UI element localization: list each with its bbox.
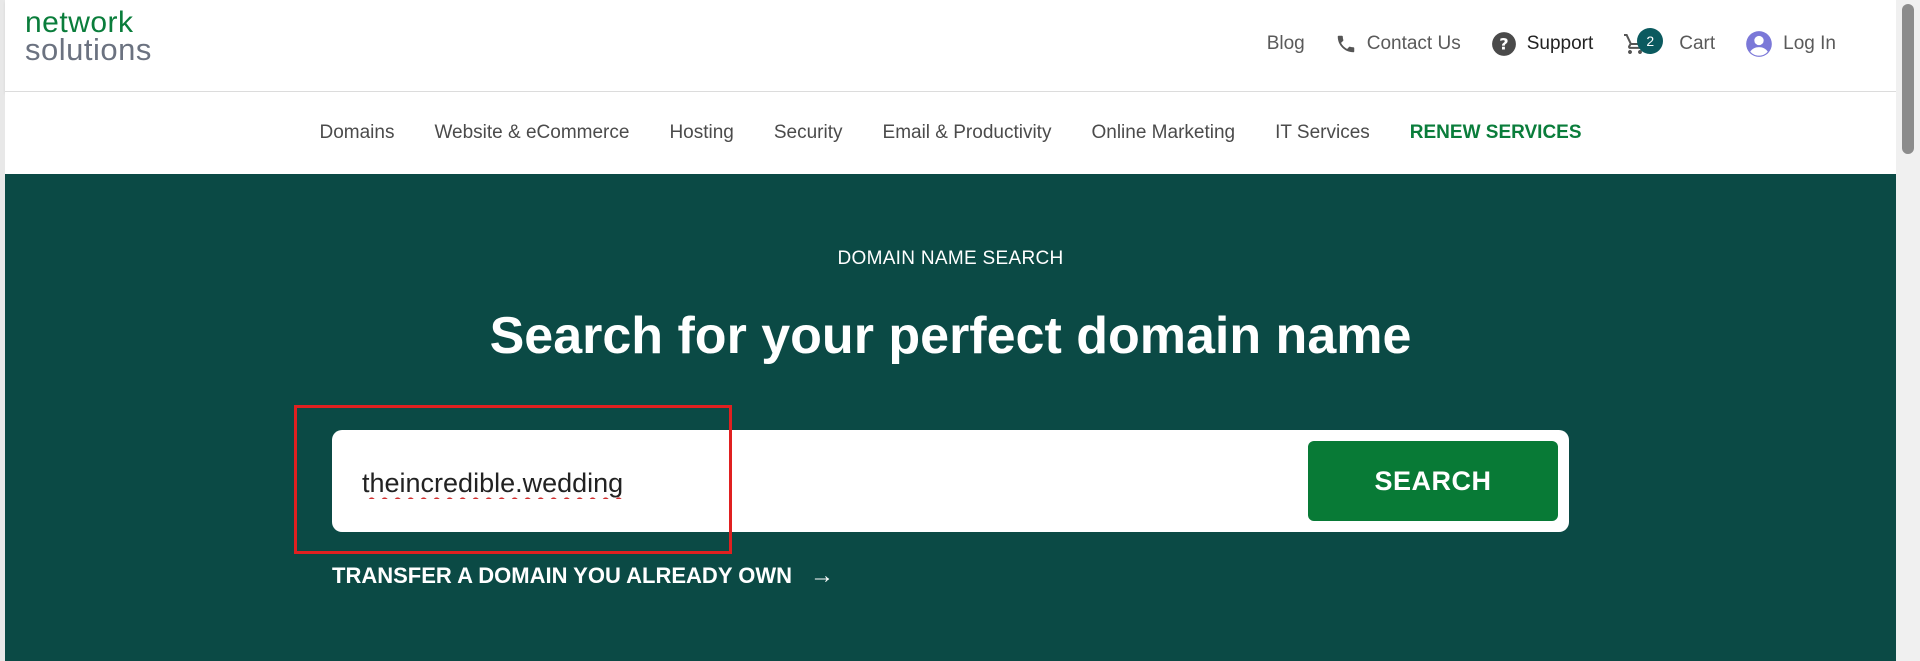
hero-section: DOMAIN NAME SEARCH Search for your perfe… [5, 174, 1896, 661]
hero-title: Search for your perfect domain name [489, 307, 1412, 365]
transfer-domain-label: TRANSFER A DOMAIN YOU ALREADY OWN [332, 563, 792, 588]
domain-search-input[interactable] [360, 454, 1264, 512]
log-in-link[interactable]: Log In [1745, 30, 1836, 58]
network-solutions-logo[interactable]: network solutions [25, 8, 152, 67]
nav-item-website-ecommerce[interactable]: Website & eCommerce [434, 122, 629, 144]
scrollbar-thumb[interactable] [1902, 4, 1914, 154]
contact-us-link[interactable]: Contact Us [1335, 33, 1461, 55]
phone-icon [1335, 33, 1357, 55]
nav-item-online-marketing[interactable]: Online Marketing [1091, 122, 1235, 144]
logo-line-2: solutions [25, 32, 152, 67]
cart-link[interactable]: 2 Cart [1623, 28, 1716, 56]
arrow-right-icon: → [809, 562, 834, 589]
top-links: Blog Contact Us ? Support 2 Cart Log In [1267, 24, 1836, 64]
cart-count-badge: 2 [1637, 28, 1664, 54]
main-nav: Domains Website & eCommerce Hosting Secu… [5, 92, 1896, 174]
domain-search-box: SEARCH [332, 430, 1569, 532]
blog-label: Blog [1266, 33, 1305, 54]
blog-link[interactable]: Blog [1267, 33, 1305, 55]
cart-label: Cart [1679, 33, 1716, 54]
user-circle-icon [1745, 30, 1773, 58]
nav-item-renew-services[interactable]: RENEW SERVICES [1410, 122, 1582, 144]
transfer-domain-link[interactable]: TRANSFER A DOMAIN YOU ALREADY OWN → [332, 562, 834, 590]
top-header: network solutions Blog Contact Us ? Supp… [5, 0, 1896, 92]
vertical-scrollbar[interactable] [1896, 0, 1920, 661]
search-button[interactable]: SEARCH [1308, 441, 1558, 521]
hero-eyebrow: DOMAIN NAME SEARCH [837, 248, 1064, 269]
nav-item-security[interactable]: Security [774, 122, 843, 144]
nav-item-domains[interactable]: Domains [319, 122, 394, 144]
nav-item-hosting[interactable]: Hosting [669, 122, 733, 144]
svg-text:?: ? [1499, 34, 1508, 53]
log-in-label: Log In [1783, 33, 1836, 54]
nav-item-email-productivity[interactable]: Email & Productivity [883, 122, 1052, 144]
page: network solutions Blog Contact Us ? Supp… [5, 0, 1896, 661]
support-label: Support [1526, 33, 1594, 54]
help-circle-icon: ? [1491, 31, 1517, 57]
contact-us-label: Contact Us [1366, 33, 1461, 54]
nav-item-it-services[interactable]: IT Services [1275, 122, 1370, 144]
support-link[interactable]: ? Support [1491, 31, 1594, 57]
cart-icon-wrap: 2 [1623, 28, 1664, 56]
